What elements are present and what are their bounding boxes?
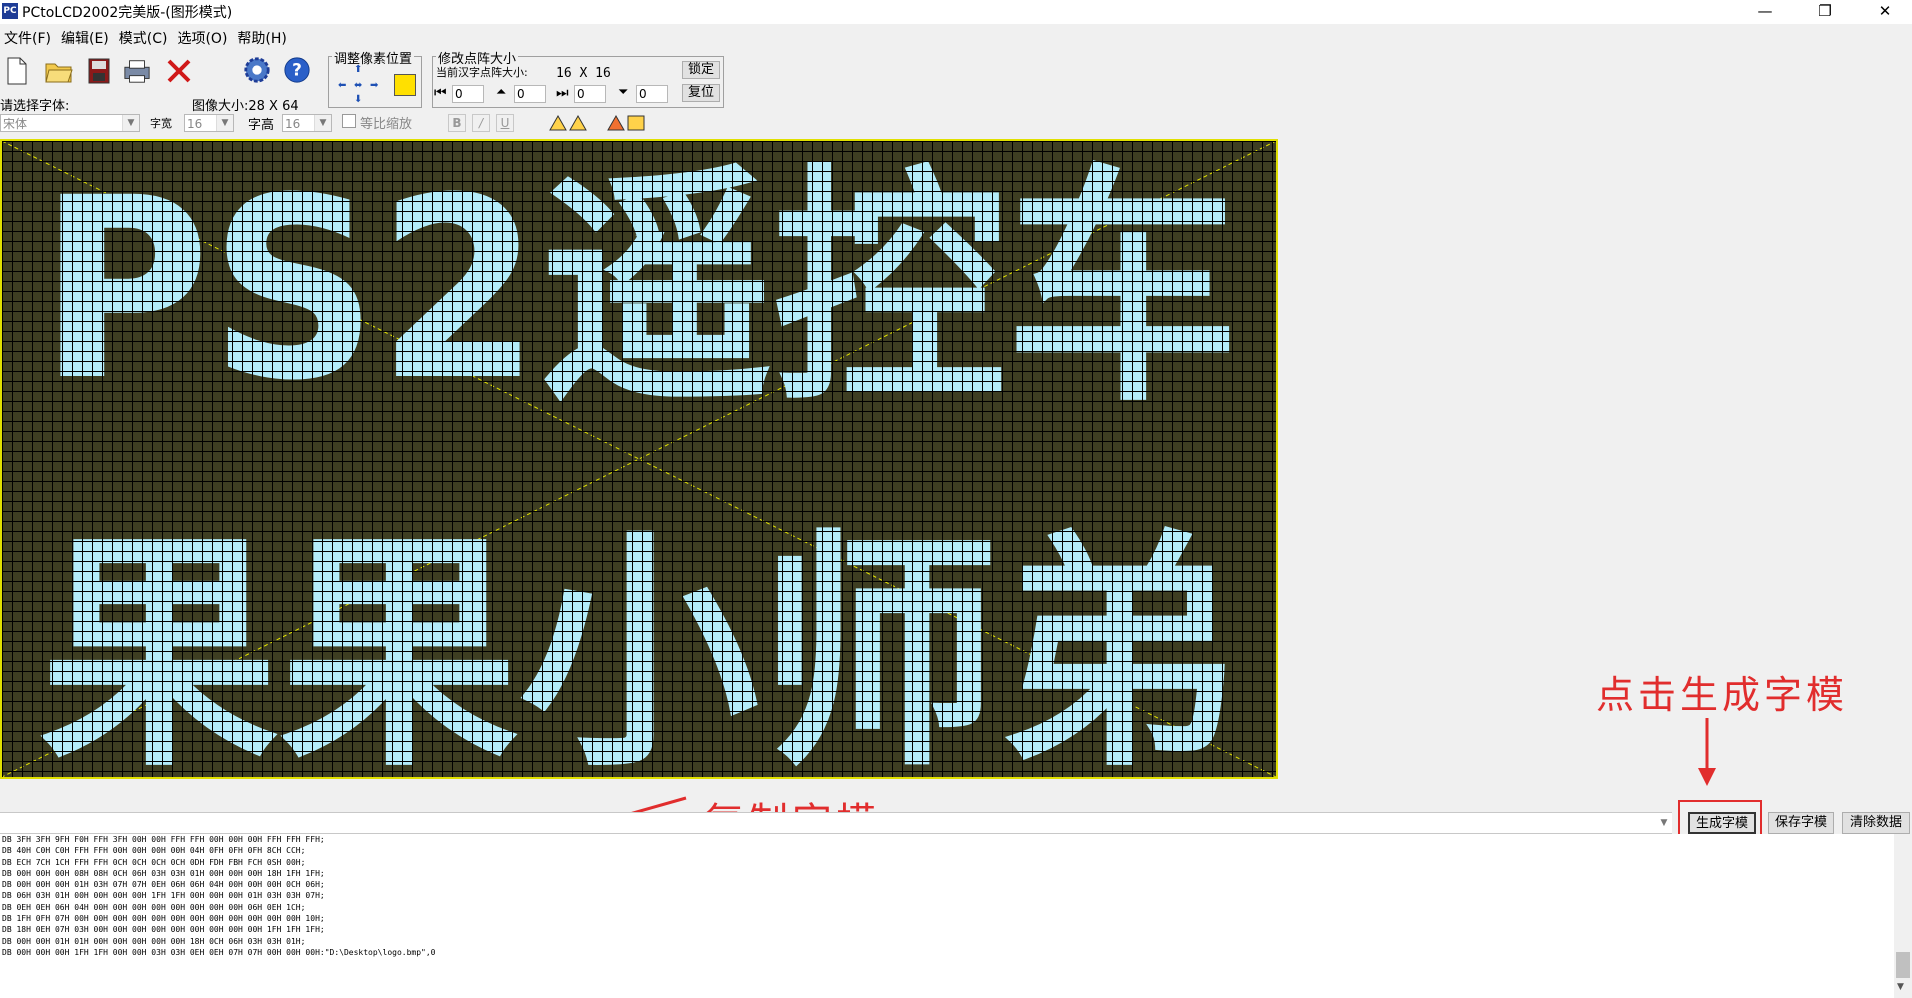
ratio-checkbox[interactable]	[342, 114, 356, 128]
reset-button[interactable]: 复位	[682, 84, 720, 102]
output-line: DB 00H 00H 01H 01H 00H 00H 00H 00H 00H 1…	[2, 936, 306, 946]
menu-options[interactable]: 选项(O)	[173, 26, 233, 48]
maximize-icon[interactable]: ❐	[1802, 0, 1848, 24]
generate-button[interactable]: 生成字模	[1688, 812, 1756, 834]
move-left-icon[interactable]: ⬅	[338, 80, 346, 91]
adjust-pixel-group-title: 调整像素位置	[332, 48, 415, 67]
height-label: 字高	[248, 118, 275, 133]
scroll-thumb[interactable]	[1896, 952, 1910, 978]
menu-help[interactable]: 帮助(H)	[233, 26, 292, 48]
scroll-down-icon[interactable]: ▼	[1897, 982, 1904, 992]
lock-button[interactable]: 锁定	[682, 61, 720, 79]
open-folder-icon[interactable]	[44, 55, 74, 87]
canvas-text-row1: PS2遥控车	[39, 144, 1239, 435]
height-select-value: 16	[285, 117, 301, 131]
output-line: DB 18H 0EH 07H 03H 00H 00H 00H 00H 00H 0…	[2, 925, 325, 935]
chevron-down-icon: ▼	[216, 115, 233, 131]
generate-hint-arrow-icon	[1698, 718, 1716, 786]
print-icon[interactable]	[122, 55, 152, 87]
chevron-down-icon: ▼	[314, 115, 331, 131]
output-line: DB 00H 00H 00H 01H 03H 07H 07H 0EH 06H 0…	[2, 880, 325, 890]
italic-button[interactable]: /	[472, 114, 490, 132]
image-size-label: 图像大小:28 X 64	[192, 99, 299, 114]
window-title: PCtoLCD2002完美版-(图形模式)	[22, 5, 233, 21]
new-file-icon[interactable]	[2, 55, 32, 87]
canvas-text-row2: 果果小师弟	[39, 509, 1239, 777]
menu-bar: 文件(F) 编辑(E) 模式(C) 选项(O) 帮助(H)	[0, 26, 293, 48]
pad-bottom-icon: ⏷	[618, 85, 629, 100]
delete-icon[interactable]	[164, 55, 194, 87]
clear-data-button[interactable]: 清除数据	[1842, 812, 1910, 834]
font-select-label: 请选择字体:	[0, 99, 70, 114]
flip-horizontal-icon[interactable]	[548, 114, 588, 136]
output-path-input[interactable]: ▼	[0, 812, 1672, 834]
height-select[interactable]: 16 ▼	[282, 114, 332, 132]
font-data-output[interactable]: DB 3FH 3FH 9FH F0H FFH 3FH 00H 00H FFH F…	[0, 834, 1894, 998]
underline-button[interactable]: U	[496, 114, 514, 132]
pad-bottom-spinner[interactable]: 0	[636, 85, 668, 103]
width-select-value: 16	[187, 117, 203, 131]
width-label: 字宽	[150, 117, 172, 130]
menu-file[interactable]: 文件(F)	[0, 26, 57, 48]
pad-left-spinner[interactable]: 0	[452, 85, 484, 103]
close-icon[interactable]: ✕	[1862, 0, 1908, 24]
current-size-label: 当前汉字点阵大小:	[436, 66, 528, 79]
move-down-icon[interactable]: ⬇	[354, 94, 362, 105]
menu-mode[interactable]: 模式(C)	[115, 26, 174, 48]
output-scrollbar[interactable]: ▼	[1894, 834, 1912, 998]
font-select[interactable]: 宋体 ▼	[0, 114, 140, 132]
move-center-icon[interactable]: ⬌	[354, 80, 362, 91]
svg-text:?: ?	[292, 60, 302, 80]
bold-button[interactable]: B	[448, 114, 466, 132]
output-line: DB 0EH 0EH 06H 04H 00H 00H 00H 00H 00H 0…	[2, 902, 306, 912]
output-line: DB 40H C0H C0H FFH FFH 00H 00H 00H 00H 0…	[2, 846, 306, 856]
crop-select-icon[interactable]	[394, 74, 416, 96]
output-line: DB 3FH 3FH 9FH F0H FFH 3FH 00H 00H FFH F…	[2, 835, 325, 844]
pad-top-icon: ⏶	[496, 85, 507, 100]
width-select[interactable]: 16 ▼	[184, 114, 234, 132]
canvas-overlay: PS2遥控车 果果小师弟	[2, 141, 1276, 777]
ratio-label: 等比缩放	[360, 117, 413, 132]
output-line: DB 1FH 0FH 07H 00H 00H 00H 00H 00H 00H 0…	[2, 914, 325, 924]
pad-left-icon: ⏮	[434, 85, 447, 101]
output-line: DB ECH 7CH 1CH FFH FFH 0CH 0CH 0CH 0CH 0…	[2, 857, 306, 867]
move-up-icon[interactable]: ⬆	[354, 64, 362, 75]
chevron-down-icon: ▼	[1660, 818, 1668, 828]
help-icon[interactable]: ?	[282, 54, 312, 86]
current-size-value: 16 X 16	[556, 66, 611, 81]
output-line: DB 06H 03H 01H 00H 00H 00H 00H 1FH 1FH 0…	[2, 891, 325, 901]
output-line: DB 00H 00H 00H 08H 08H 0CH 06H 03H 03H 0…	[2, 868, 325, 878]
settings-gear-icon[interactable]	[242, 54, 272, 86]
pad-right-icon: ⏭	[556, 85, 569, 101]
save-button[interactable]: 保存字模	[1768, 812, 1834, 834]
menu-edit[interactable]: 编辑(E)	[57, 26, 115, 48]
pad-top-spinner[interactable]: 0	[514, 85, 546, 103]
title-bar: PC PCtoLCD2002完美版-(图形模式) — ❐ ✕	[0, 0, 1912, 24]
minimize-icon[interactable]: —	[1742, 0, 1788, 24]
pad-right-spinner[interactable]: 0	[574, 85, 606, 103]
generate-hint-annotation: 点击生成字模	[1596, 673, 1849, 717]
app-icon: PC	[2, 3, 18, 19]
move-right-icon[interactable]: ➡	[370, 80, 378, 91]
chevron-down-icon: ▼	[122, 115, 139, 131]
font-select-value: 宋体	[3, 117, 28, 131]
pixel-canvas[interactable]: PS2遥控车 果果小师弟	[0, 139, 1278, 779]
output-line: DB 00H 00H 00H 1FH 1FH 00H 00H 03H 03H 0…	[2, 947, 436, 957]
flip-vertical-icon[interactable]	[606, 114, 648, 136]
save-icon[interactable]	[84, 55, 114, 87]
